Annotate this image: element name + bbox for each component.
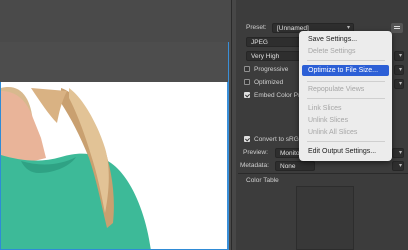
quality-spinner-3[interactable]: ▾: [394, 79, 404, 89]
color-table-label: Color Table: [246, 177, 279, 184]
preview-extra-select[interactable]: ▾: [392, 148, 404, 158]
menu-item-label: Optimize to File Size...: [308, 67, 379, 74]
menu-separator: [307, 141, 385, 142]
chevron-down-icon: ▾: [398, 67, 402, 73]
chevron-down-icon: ▾: [398, 163, 402, 169]
menu-separator: [307, 81, 385, 82]
quality-spinner-2[interactable]: ▾: [394, 65, 404, 75]
chevron-down-icon: ▾: [398, 150, 402, 156]
metadata-value: None: [280, 163, 296, 170]
quality-select[interactable]: Very High: [246, 51, 302, 61]
progressive-label: Progressive: [254, 66, 289, 73]
menu-item-label: Link Slices: [308, 105, 342, 112]
menu-item-save-settings[interactable]: Save Settings...: [302, 34, 389, 45]
menu-separator: [307, 98, 385, 99]
preset-label: Preset:: [246, 24, 267, 31]
menu-item-repopulate-views[interactable]: Repopulate Views: [302, 84, 389, 95]
menu-item-label: Edit Output Settings...: [308, 148, 377, 155]
metadata-label: Metadata:: [240, 162, 269, 169]
format-value: JPEG: [251, 39, 268, 46]
menu-item-unlink-slices[interactable]: Unlink Slices: [302, 115, 389, 126]
menu-item-label: Unlink Slices: [308, 117, 349, 124]
panel-menu-icon[interactable]: [391, 23, 403, 33]
embed-color-profile-checkbox[interactable]: [244, 92, 250, 98]
convert-srgb-label: Convert to sRG: [254, 136, 299, 143]
menu-item-label: Delete Settings: [308, 48, 356, 55]
convert-srgb-checkbox[interactable]: [244, 136, 250, 142]
quality-spinner-1[interactable]: ▾: [394, 51, 404, 61]
menu-item-label: Save Settings...: [308, 36, 358, 43]
menu-item-link-slices[interactable]: Link Slices: [302, 103, 389, 114]
progressive-checkbox[interactable]: [244, 66, 250, 72]
menu-item-delete-settings[interactable]: Delete Settings: [302, 46, 389, 57]
menu-item-unlink-all-slices[interactable]: Unlink All Slices: [302, 127, 389, 138]
metadata-select[interactable]: None: [275, 161, 315, 171]
format-select[interactable]: JPEG: [246, 37, 302, 47]
menu-item-label: Unlink All Slices: [308, 129, 358, 136]
embed-color-profile-label: Embed Color Pr: [254, 92, 301, 99]
optimized-label: Optimized: [254, 79, 284, 86]
optimized-checkbox[interactable]: [244, 79, 250, 85]
metadata-extra-select[interactable]: ▾: [392, 161, 404, 171]
menu-item-optimize-to-file-size[interactable]: Optimize to File Size...: [302, 65, 389, 76]
settings-menu: Save Settings... Delete Settings Optimiz…: [299, 31, 392, 161]
canvas-divider: [231, 0, 232, 250]
menu-separator: [307, 60, 385, 61]
menu-item-label: Repopulate Views: [308, 86, 365, 93]
color-table-divider: [238, 173, 408, 174]
menu-item-edit-output-settings[interactable]: Edit Output Settings...: [302, 146, 389, 157]
chevron-down-icon: ▾: [398, 53, 402, 59]
color-table-area[interactable]: [296, 186, 354, 250]
preview-label: Preview:: [243, 149, 268, 156]
chevron-down-icon: ▾: [398, 81, 402, 87]
canvas-top-strip: [0, 42, 228, 82]
quality-value: Very High: [251, 53, 280, 60]
